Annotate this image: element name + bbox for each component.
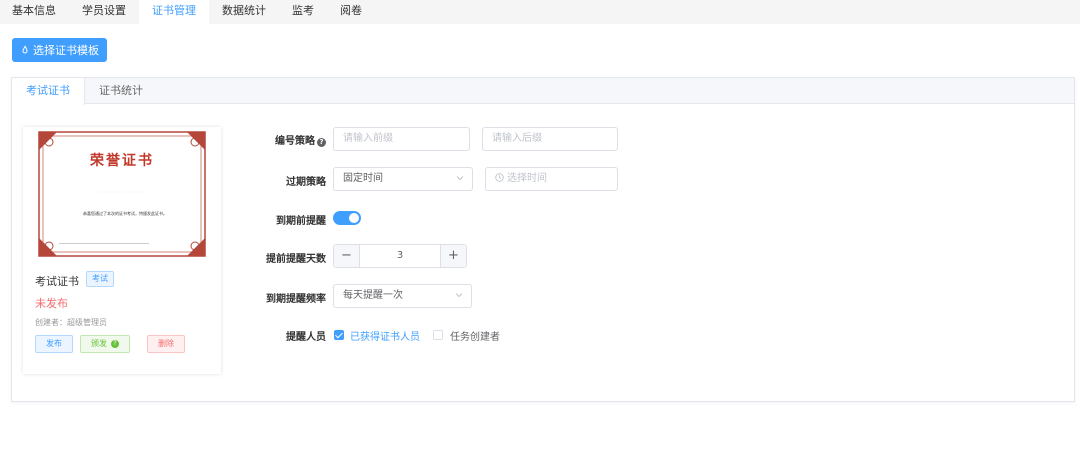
template-icon (22, 45, 28, 54)
expiry-date-picker[interactable]: 选择时间 (485, 167, 618, 191)
certificate-author: 创建者：超级管理员 (35, 318, 107, 327)
nav-basic-info[interactable]: 基本信息 (10, 0, 69, 24)
help-icon[interactable]: ? (317, 138, 326, 147)
numbering-suffix-input[interactable]: 请输入后缀 (482, 127, 618, 151)
reminder-days-label: 提前提醒天数 (266, 254, 326, 265)
switch-knob (349, 213, 359, 223)
numbering-prefix-input[interactable]: 请输入前缀 (333, 127, 470, 151)
reminder-before-expiry-label: 到期前提醒 (276, 216, 326, 227)
nav-certificate-management[interactable]: 证书管理 (139, 0, 209, 24)
clock-icon (495, 173, 504, 182)
task-creator-checkbox[interactable] (433, 330, 443, 340)
certificate-preview[interactable]: 荣誉证书 恭喜您通过了本次的证书考试，特颁发此证书。 (37, 130, 207, 258)
certificate-preview-title: 荣誉证书 (90, 153, 154, 169)
reminder-frequency-label: 到期提醒频率 (266, 294, 326, 305)
nav-proctoring[interactable]: 监考 (279, 0, 327, 24)
select-template-button[interactable]: 选择证书模板 (12, 38, 107, 62)
nav-statistics[interactable]: 数据统计 (209, 0, 279, 24)
issue-button[interactable]: 颁发? (80, 335, 130, 353)
chevron-down-icon (455, 293, 463, 298)
reminder-days-stepper: − 3 + (333, 244, 467, 268)
numbering-label: 编号策略? (242, 132, 326, 147)
task-creator-label[interactable]: 任务创建者 (450, 328, 500, 343)
panel-tabs: 考试证书 证书统计 (12, 78, 1074, 105)
certificate-name: 考试证书 (35, 275, 79, 288)
expiry-mode-value: 固定时间 (343, 173, 383, 184)
reminder-days-value[interactable]: 3 (360, 245, 440, 267)
certificate-holders-label[interactable]: 已获得证书人员 (350, 328, 420, 343)
nav-grading[interactable]: 阅卷 (327, 0, 375, 24)
certificate-preview-footer-line (59, 243, 149, 244)
nav-student-settings[interactable]: 学员设置 (69, 0, 139, 24)
certificate-panel: 考试证书 证书统计 荣誉证书 恭喜您通过了本次的证书考试，特颁发此证书。 考试证… (11, 77, 1075, 402)
expiry-label: 过期策略 (286, 177, 326, 188)
decrement-button[interactable]: − (334, 245, 360, 267)
certificate-preview-text: 恭喜您通过了本次的证书考试，特颁发此证书。 (83, 211, 167, 216)
certificate-card: 荣誉证书 恭喜您通过了本次的证书考试，特颁发此证书。 考试证书 考试 未发布 创… (23, 127, 221, 374)
expiry-date-placeholder: 选择时间 (507, 173, 547, 184)
top-nav: 基本信息 学员设置 证书管理 数据统计 监考 阅卷 (0, 0, 1080, 24)
expiry-mode-select[interactable]: 固定时间 (333, 167, 473, 191)
tab-certificate-statistics[interactable]: 证书统计 (85, 78, 157, 104)
reminder-people-label: 提醒人员 (286, 332, 326, 343)
tab-exam-certificate[interactable]: 考试证书 (12, 78, 85, 105)
reminder-frequency-value: 每天提醒一次 (343, 290, 403, 301)
reminder-before-expiry-switch[interactable] (333, 211, 361, 225)
certificate-status: 未发布 (35, 297, 68, 310)
certificate-type-badge: 考试 (86, 271, 114, 287)
chevron-down-icon (456, 176, 464, 181)
increment-button[interactable]: + (440, 245, 466, 267)
issue-label: 颁发 (91, 339, 107, 348)
select-template-label: 选择证书模板 (33, 44, 99, 57)
reminder-frequency-select[interactable]: 每天提醒一次 (333, 284, 472, 308)
certificate-holders-checkbox[interactable] (334, 330, 344, 340)
delete-button[interactable]: 删除 (147, 335, 185, 353)
publish-button[interactable]: 发布 (35, 335, 73, 353)
help-icon: ? (111, 339, 119, 348)
